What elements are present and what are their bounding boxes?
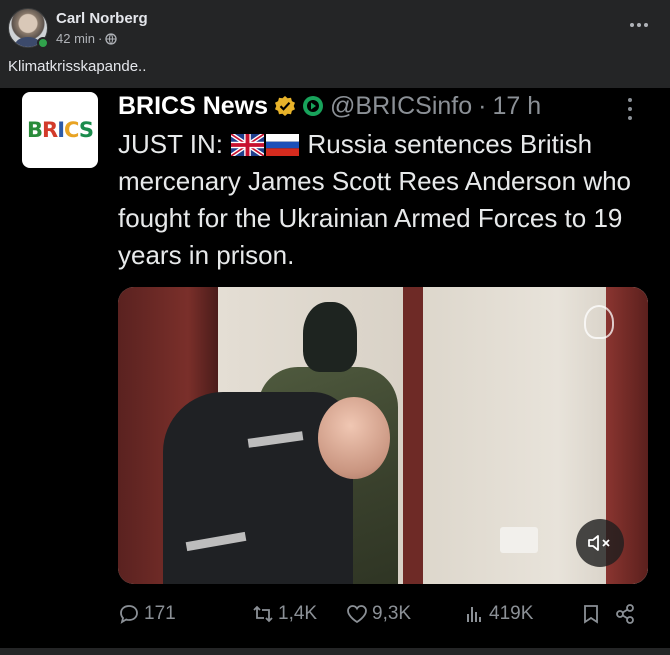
bookmark-icon: [584, 605, 598, 624]
post-meta: 42 min ·: [56, 31, 118, 46]
reply-action: 171: [118, 603, 176, 625]
video-wall-outlet: [500, 527, 538, 553]
tweet-screenshot[interactable]: BRICS BRICS News @BRICSinfo · 17 h JUST …: [0, 88, 670, 648]
video-prisoner-head: [318, 397, 390, 479]
brics-logo-wordmark: BRICS: [27, 118, 94, 142]
bookmark-action: [580, 603, 602, 625]
video-door-frame: [403, 287, 423, 584]
meta-separator: ·: [98, 31, 103, 46]
retweet-count: 1,4K: [278, 603, 318, 624]
tweet-handle: @BRICSinfo: [330, 91, 473, 120]
post-footer-divider: [0, 648, 670, 655]
tweet-body-prefix: JUST IN:: [118, 129, 223, 159]
uk-flag-icon: [231, 134, 265, 156]
tweet-body: JUST IN: Russia sentences British mercen…: [118, 126, 658, 274]
affiliate-badge-icon: [303, 96, 324, 116]
post-header: Carl Norberg 42 min ·: [0, 0, 670, 56]
author-name[interactable]: Carl Norberg: [56, 10, 148, 27]
post-time[interactable]: 42 min: [56, 31, 95, 46]
mute-button[interactable]: [576, 519, 624, 567]
post-options-icon[interactable]: [622, 12, 656, 38]
like-action: 9,3K: [346, 603, 411, 625]
views-count: 419K: [489, 603, 534, 624]
share-icon: [616, 604, 634, 624]
globe-icon[interactable]: [105, 32, 118, 45]
tweet-author-name: BRICS News: [118, 91, 269, 120]
retweet-icon: [253, 605, 273, 623]
views-action: 419K: [463, 603, 533, 625]
share-action: [614, 603, 636, 625]
views-chart-icon: [467, 607, 481, 622]
reply-icon: [120, 605, 138, 624]
retweet-action: 1,4K: [252, 603, 317, 625]
video-soldier-mask: [303, 302, 357, 372]
tweet-video[interactable]: [118, 287, 648, 584]
like-count: 9,3K: [372, 603, 412, 624]
russia-flag-icon: [266, 134, 300, 156]
tweet-dot: ·: [478, 91, 487, 120]
post-text: Klimatkrisskapande..: [8, 58, 147, 75]
tweet-actions: 171 1,4K 9,3K 419K: [118, 603, 648, 633]
tweet-header: BRICS News @BRICSinfo · 17 h: [118, 90, 541, 122]
heart-icon: [347, 605, 367, 624]
reply-count: 171: [144, 603, 176, 624]
online-status-indicator: [37, 37, 49, 49]
brics-logo: BRICS: [22, 92, 98, 168]
verified-badge-icon: [275, 96, 296, 116]
speaker-muted-icon: [588, 535, 610, 551]
tweet-time: 17 h: [492, 91, 542, 120]
video-watermark-emblem: [584, 305, 614, 339]
tweet-more-icon: [620, 96, 640, 122]
